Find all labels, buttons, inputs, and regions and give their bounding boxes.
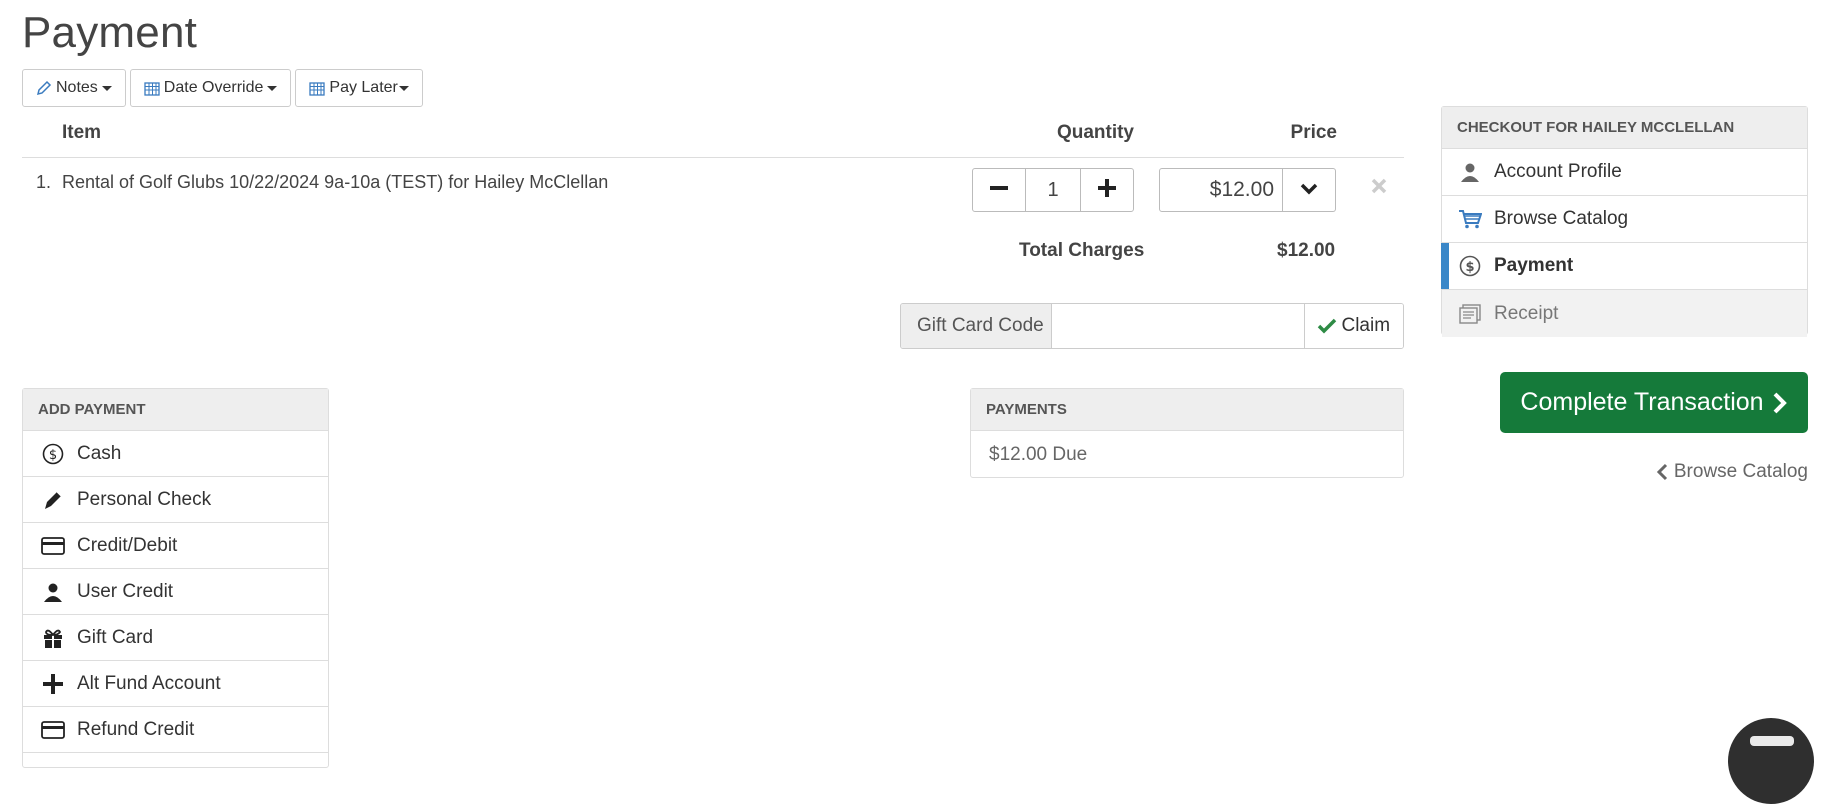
- cart-row: 1. Rental of Golf Glubs 10/22/2024 9a-10…: [22, 158, 1404, 233]
- toolbar: Notes Date Override Pay Later: [22, 69, 423, 107]
- quantity-input[interactable]: 1: [1026, 168, 1080, 212]
- total-charges-label: Total Charges: [1019, 240, 1145, 261]
- complete-transaction-label: Complete Transaction: [1520, 388, 1764, 416]
- chat-icon: [1750, 736, 1794, 746]
- payment-method-label: Personal Check: [77, 488, 212, 510]
- step-payment[interactable]: $ Payment: [1441, 243, 1807, 290]
- gift-card-group: Gift Card Code Claim: [900, 303, 1404, 349]
- minus-icon: [989, 178, 1009, 203]
- date-override-button[interactable]: Date Override: [129, 69, 292, 107]
- payment-method-user-credit[interactable]: User Credit: [23, 569, 328, 615]
- cart-header: Item Quantity Price: [22, 110, 1404, 158]
- total-charges-value: $12.00: [1277, 240, 1336, 261]
- cart-table: Item Quantity Price 1. Rental of Golf Gl…: [22, 110, 1404, 233]
- decrease-quantity-button[interactable]: [972, 168, 1026, 212]
- payment-method-cash[interactable]: $ Cash: [23, 431, 328, 477]
- step-label: Account Profile: [1494, 161, 1622, 182]
- header-quantity: Quantity: [1056, 122, 1134, 143]
- dollar-circle-icon: $: [39, 443, 67, 465]
- pencil-icon: [36, 80, 52, 96]
- credit-card-icon: [39, 720, 67, 739]
- header-item: Item: [62, 122, 102, 143]
- quantity-stepper: 1: [972, 168, 1134, 212]
- dollar-circle-icon: $: [1458, 255, 1482, 277]
- pen-icon: [39, 489, 67, 511]
- price-field: $12.00: [1159, 168, 1336, 212]
- chevron-left-icon: [1656, 463, 1668, 481]
- gift-icon: [39, 627, 67, 649]
- user-icon: [39, 582, 67, 602]
- notes-button[interactable]: Notes: [22, 69, 126, 107]
- notes-label: Notes: [56, 79, 98, 96]
- plus-icon: [39, 673, 67, 695]
- price-input[interactable]: $12.00: [1159, 168, 1283, 212]
- caret-down-icon: [398, 85, 409, 91]
- payments-due: $12.00 Due: [989, 443, 1088, 465]
- close-icon: [1371, 178, 1387, 194]
- payment-method-gift-card[interactable]: Gift Card: [23, 615, 328, 661]
- payment-method-label: Alt Fund Account: [77, 672, 221, 694]
- svg-text:$: $: [1465, 260, 1474, 275]
- price-dropdown-button[interactable]: [1283, 168, 1336, 212]
- step-account-profile[interactable]: Account Profile: [1442, 149, 1807, 196]
- payment-method-credit-debit[interactable]: Credit/Debit: [23, 523, 328, 569]
- add-payment-panel: Add Payment $ Cash Personal Check Credit…: [22, 388, 329, 768]
- caret-down-icon: [101, 85, 112, 91]
- remove-item-button[interactable]: [1370, 170, 1388, 202]
- payment-method-label: Cash: [77, 442, 122, 464]
- claim-button[interactable]: Claim: [1303, 304, 1403, 348]
- step-label: Payment: [1494, 255, 1574, 276]
- chevron-right-icon: [1772, 392, 1788, 414]
- receipt-icon: [1458, 303, 1482, 325]
- chevron-down-icon: [1300, 180, 1318, 201]
- back-browse-catalog-label: Browse Catalog: [1673, 461, 1808, 482]
- gift-card-label: Gift Card Code: [901, 304, 1052, 348]
- date-override-label: Date Override: [163, 79, 264, 96]
- payment-method-label: User Credit: [77, 580, 174, 602]
- calendar-icon: [309, 80, 326, 96]
- item-name: Rental of Golf Glubs 10/22/2024 9a-10a (…: [62, 172, 609, 192]
- gift-card-input[interactable]: [1051, 304, 1304, 348]
- payments-panel: Payments $12.00 Due: [970, 388, 1404, 478]
- payment-method-label: Credit/Debit: [77, 534, 178, 556]
- pay-later-button[interactable]: Pay Later: [295, 69, 423, 107]
- complete-transaction-button[interactable]: Complete Transaction: [1500, 372, 1808, 433]
- step-browse-catalog[interactable]: Browse Catalog: [1442, 196, 1807, 243]
- payment-method-label: Gift Card: [77, 626, 154, 648]
- checkout-heading: Checkout for Hailey McClellan: [1442, 107, 1807, 149]
- row-number: 1.: [36, 172, 52, 192]
- payment-method-refund-credit[interactable]: Refund Credit: [23, 707, 328, 753]
- back-browse-catalog-link[interactable]: Browse Catalog: [1656, 461, 1808, 483]
- calendar-icon: [144, 80, 160, 96]
- chat-widget-button[interactable]: [1728, 718, 1814, 804]
- check-icon: [1317, 318, 1337, 334]
- add-payment-heading: Add Payment: [23, 389, 328, 431]
- payment-method-label: Refund Credit: [77, 718, 195, 740]
- step-label: Browse Catalog: [1494, 208, 1629, 229]
- step-receipt: Receipt: [1442, 290, 1807, 337]
- increase-quantity-button[interactable]: [1080, 168, 1134, 212]
- claim-label: Claim: [1341, 315, 1391, 336]
- pay-later-label: Pay Later: [329, 79, 398, 96]
- cart-icon: [1458, 209, 1482, 229]
- step-label: Receipt: [1494, 302, 1559, 324]
- user-icon: [1458, 162, 1482, 182]
- checkout-steps-panel: Checkout for Hailey McClellan Account Pr…: [1441, 106, 1808, 337]
- credit-card-icon: [39, 536, 67, 555]
- svg-text:$: $: [49, 448, 57, 463]
- payment-method-alt-fund-account[interactable]: Alt Fund Account: [23, 661, 328, 707]
- plus-icon: [1097, 178, 1117, 203]
- page-title: Payment: [22, 8, 198, 57]
- payment-method-personal-check[interactable]: Personal Check: [23, 477, 328, 523]
- header-price: Price: [1290, 122, 1337, 143]
- payments-heading: Payments: [971, 389, 1403, 431]
- caret-down-icon: [267, 85, 278, 91]
